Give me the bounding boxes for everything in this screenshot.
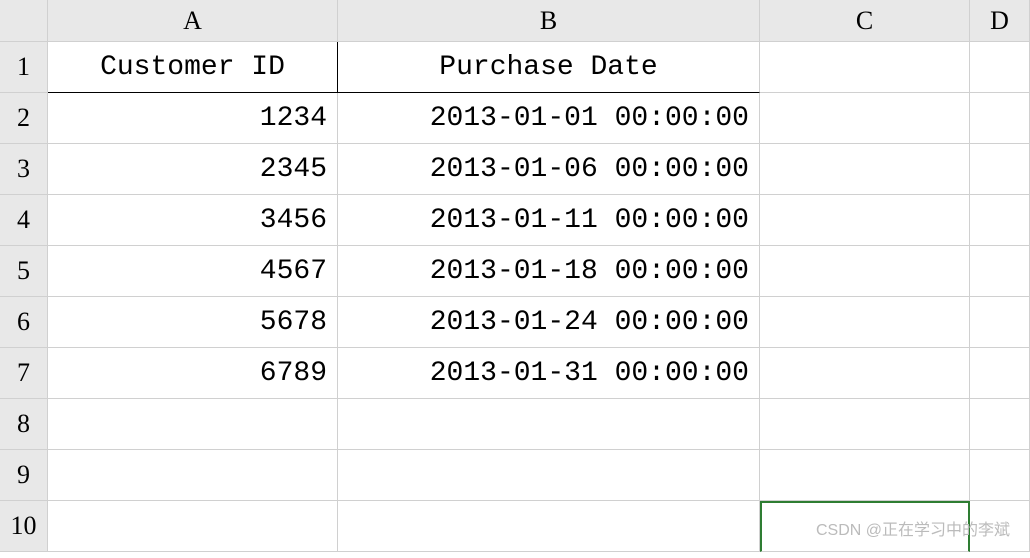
select-all-corner[interactable] [0,0,48,42]
cell-d2[interactable] [970,93,1030,144]
cell-d1[interactable] [970,42,1030,93]
cell-c10-selected[interactable] [760,501,970,552]
column-header-b[interactable]: B [338,0,760,42]
row-header-8[interactable]: 8 [0,399,48,450]
cell-b1[interactable]: Purchase Date [338,42,760,93]
cell-b8[interactable] [338,399,760,450]
cell-a10[interactable] [48,501,338,552]
cell-d9[interactable] [970,450,1030,501]
cell-b4[interactable]: 2013-01-11 00:00:00 [338,195,760,246]
cell-c8[interactable] [760,399,970,450]
row-header-7[interactable]: 7 [0,348,48,399]
row-header-9[interactable]: 9 [0,450,48,501]
cell-b3[interactable]: 2013-01-06 00:00:00 [338,144,760,195]
cell-c1[interactable] [760,42,970,93]
row-header-1[interactable]: 1 [0,42,48,93]
cell-a5[interactable]: 4567 [48,246,338,297]
cell-c2[interactable] [760,93,970,144]
cell-d6[interactable] [970,297,1030,348]
cell-b6[interactable]: 2013-01-24 00:00:00 [338,297,760,348]
column-header-a[interactable]: A [48,0,338,42]
row-header-5[interactable]: 5 [0,246,48,297]
cell-c4[interactable] [760,195,970,246]
column-header-c[interactable]: C [760,0,970,42]
cell-a2[interactable]: 1234 [48,93,338,144]
cell-c5[interactable] [760,246,970,297]
cell-c6[interactable] [760,297,970,348]
cell-b5[interactable]: 2013-01-18 00:00:00 [338,246,760,297]
cell-d4[interactable] [970,195,1030,246]
cell-a4[interactable]: 3456 [48,195,338,246]
cell-d8[interactable] [970,399,1030,450]
cell-a3[interactable]: 2345 [48,144,338,195]
cell-d10[interactable] [970,501,1030,552]
row-header-2[interactable]: 2 [0,93,48,144]
cell-c7[interactable] [760,348,970,399]
cell-d5[interactable] [970,246,1030,297]
cell-a7[interactable]: 6789 [48,348,338,399]
row-header-6[interactable]: 6 [0,297,48,348]
column-header-d[interactable]: D [970,0,1030,42]
cell-b9[interactable] [338,450,760,501]
cell-a8[interactable] [48,399,338,450]
cell-c9[interactable] [760,450,970,501]
cell-a1[interactable]: Customer ID [48,42,338,93]
cell-a9[interactable] [48,450,338,501]
spreadsheet-grid[interactable]: A B C D 1 Customer ID Purchase Date 2 12… [0,0,1030,552]
cell-a6[interactable]: 5678 [48,297,338,348]
cell-d7[interactable] [970,348,1030,399]
row-header-10[interactable]: 10 [0,501,48,552]
cell-c3[interactable] [760,144,970,195]
cell-b10[interactable] [338,501,760,552]
cell-b7[interactable]: 2013-01-31 00:00:00 [338,348,760,399]
cell-b2[interactable]: 2013-01-01 00:00:00 [338,93,760,144]
row-header-3[interactable]: 3 [0,144,48,195]
row-header-4[interactable]: 4 [0,195,48,246]
cell-d3[interactable] [970,144,1030,195]
